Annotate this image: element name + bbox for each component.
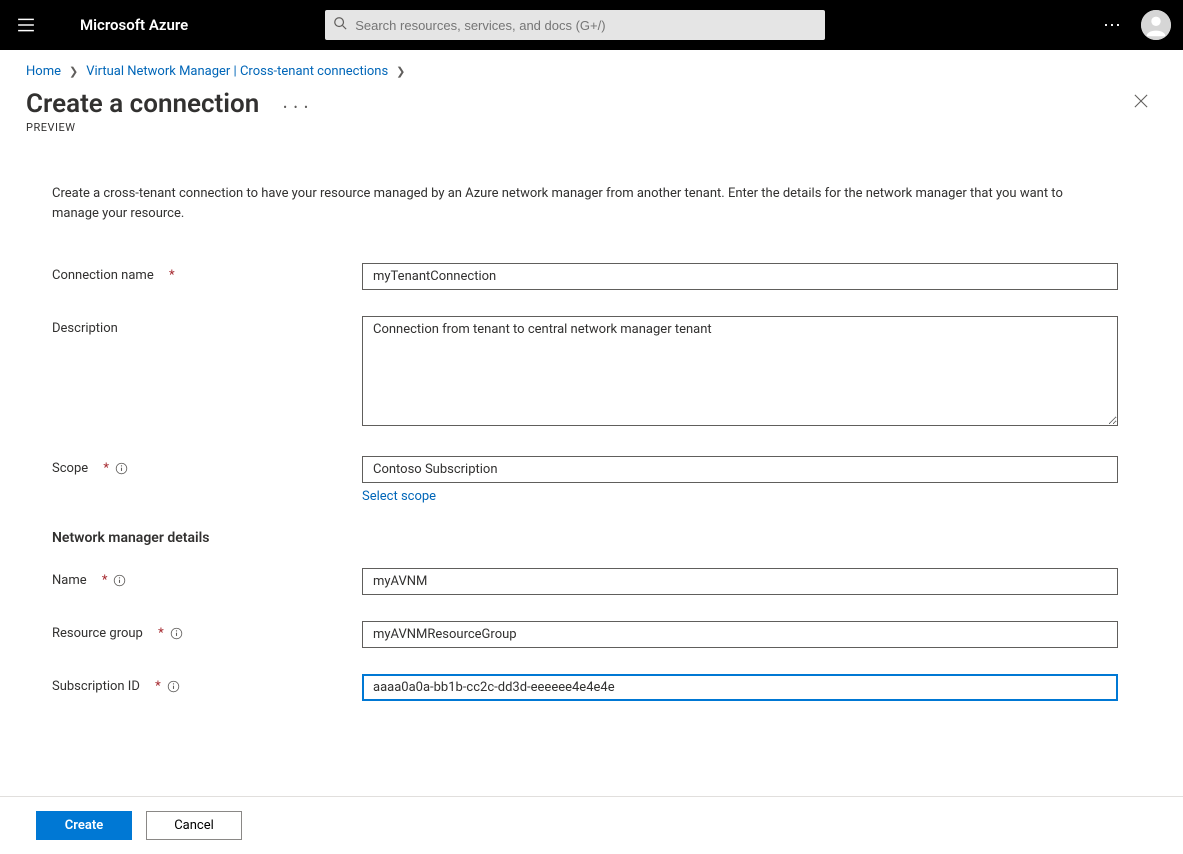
search-container [325,10,825,40]
preview-label: PREVIEW [0,119,1183,134]
hamburger-menu-icon[interactable] [12,11,40,39]
row-name: Name * [52,568,1131,595]
label-subscription-id: Subscription ID * [52,674,362,694]
content: Create a cross-tenant connection to have… [0,134,1183,701]
row-scope: Scope * Select scope [52,456,1131,504]
title-row: Create a connection • • • [0,89,1183,119]
info-icon[interactable] [115,462,128,475]
connection-name-input[interactable] [362,263,1118,290]
name-input[interactable] [362,568,1118,595]
brand-label: Microsoft Azure [80,16,188,34]
cancel-button[interactable]: Cancel [146,811,242,840]
intro-text: Create a cross-tenant connection to have… [52,184,1112,223]
description-textarea[interactable]: Connection from tenant to central networ… [362,316,1118,426]
label-scope: Scope * [52,456,362,476]
subscription-id-input[interactable] [362,674,1118,701]
label-connection-name: Connection name * [52,263,362,283]
row-connection-name: Connection name * [52,263,1131,290]
scope-input[interactable] [362,456,1118,483]
close-icon[interactable] [1129,89,1153,113]
create-button[interactable]: Create [36,811,132,840]
title-more-icon[interactable]: • • • [283,101,310,114]
row-resource-group: Resource group * [52,621,1131,648]
breadcrumb-home[interactable]: Home [26,64,61,79]
section-network-manager-details: Network manager details [52,530,1131,546]
breadcrumb: Home ❯ Virtual Network Manager | Cross-t… [0,50,1183,89]
header-right: ⋯ [1103,10,1171,40]
row-description: Description Connection from tenant to ce… [52,316,1131,430]
info-icon[interactable] [170,627,183,640]
select-scope-link[interactable]: Select scope [362,489,436,504]
page-title: Create a connection [26,89,259,119]
chevron-right-icon: ❯ [396,65,405,78]
search-input[interactable] [355,18,817,33]
footer-bar: Create Cancel [0,796,1183,854]
label-description: Description [52,316,362,336]
resource-group-input[interactable] [362,621,1118,648]
info-icon[interactable] [113,574,126,587]
breadcrumb-vnm[interactable]: Virtual Network Manager | Cross-tenant c… [86,64,388,79]
label-name: Name * [52,568,362,588]
label-resource-group: Resource group * [52,621,362,641]
search-icon [333,16,347,34]
info-icon[interactable] [167,680,180,693]
top-header: Microsoft Azure ⋯ [0,0,1183,50]
header-more-icon[interactable]: ⋯ [1103,15,1123,36]
avatar[interactable] [1141,10,1171,40]
row-subscription-id: Subscription ID * [52,674,1131,701]
search-box[interactable] [325,10,825,40]
chevron-right-icon: ❯ [69,65,78,78]
